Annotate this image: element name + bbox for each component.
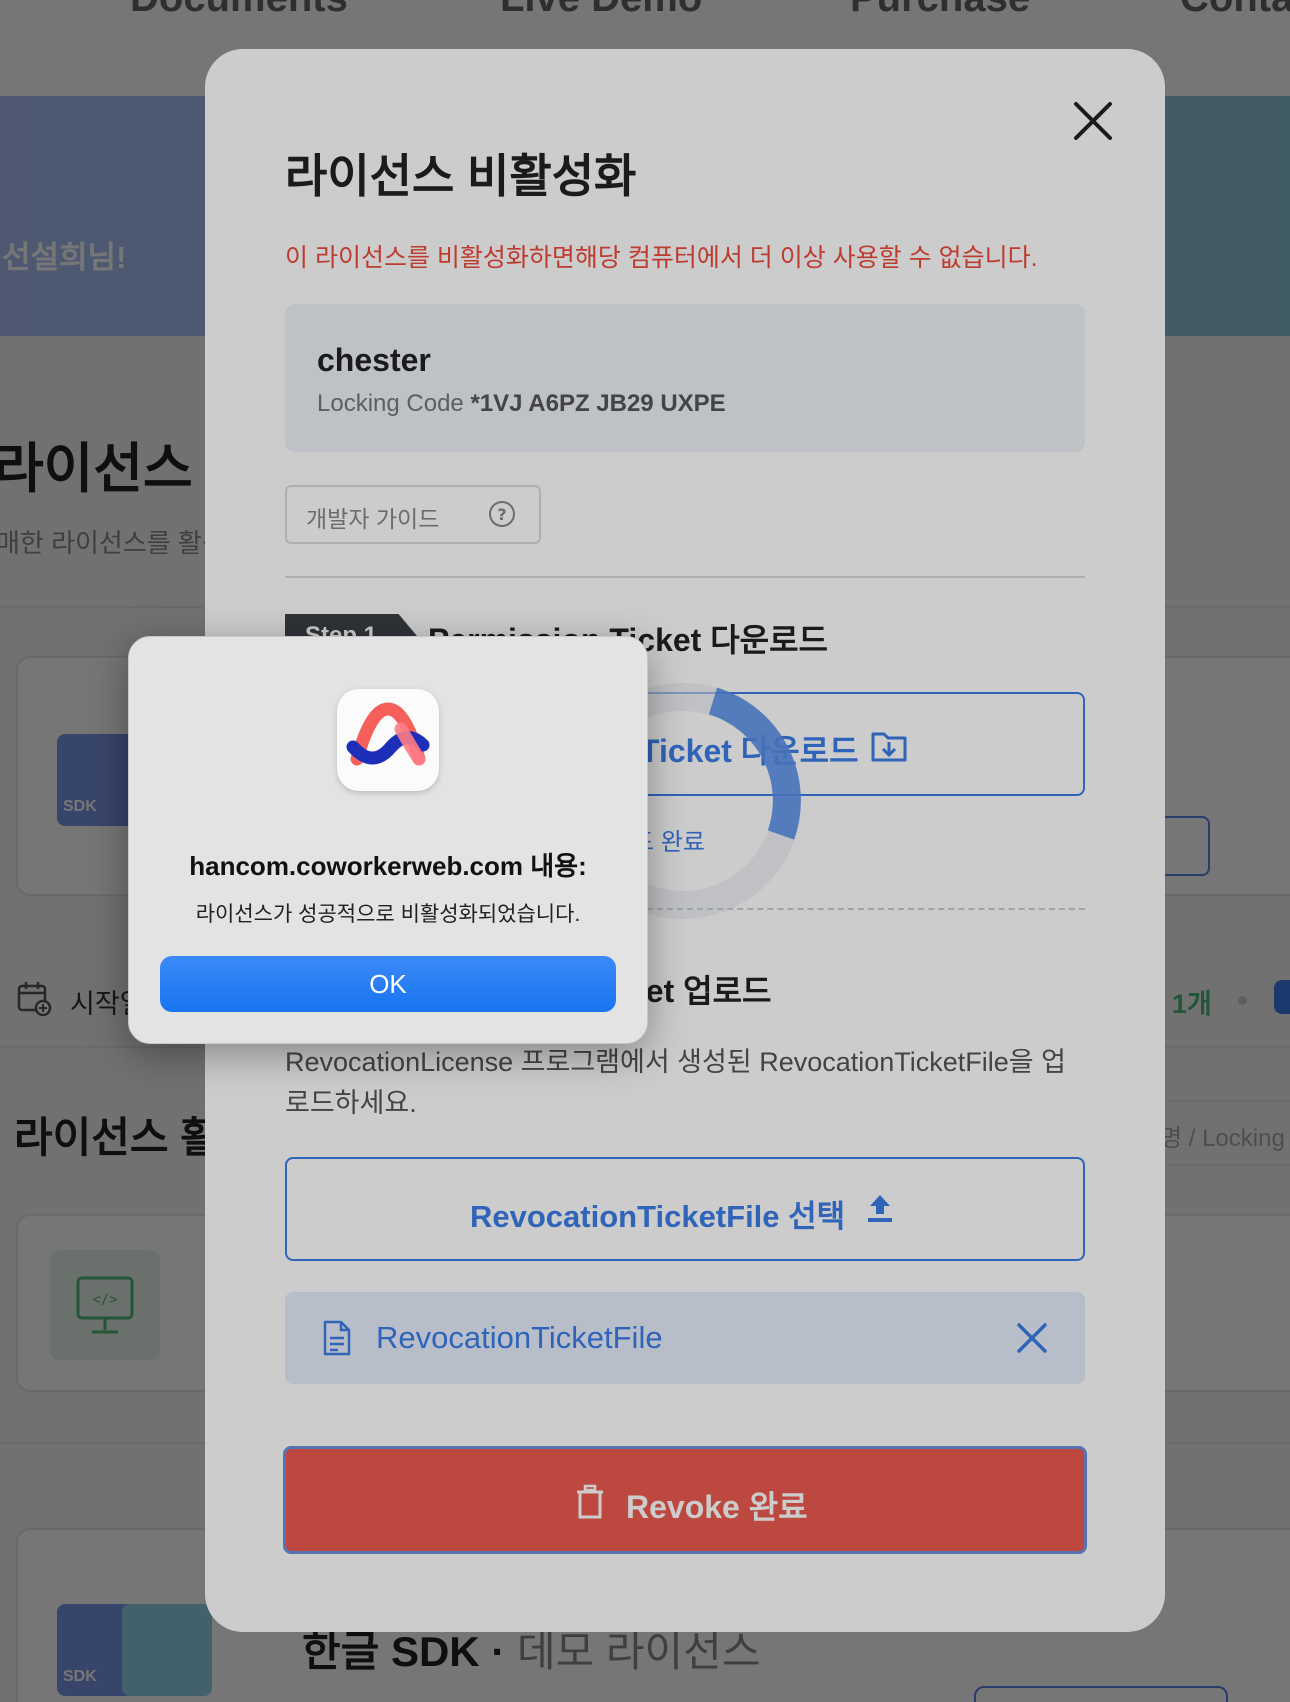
- arc-browser-icon: [337, 689, 439, 791]
- alert-title: hancom.coworkerweb.com 내용:: [189, 851, 587, 881]
- alert-message: 라이선스가 성공적으로 비활성화되었습니다.: [195, 903, 581, 926]
- ok-button[interactable]: OK: [160, 956, 616, 1012]
